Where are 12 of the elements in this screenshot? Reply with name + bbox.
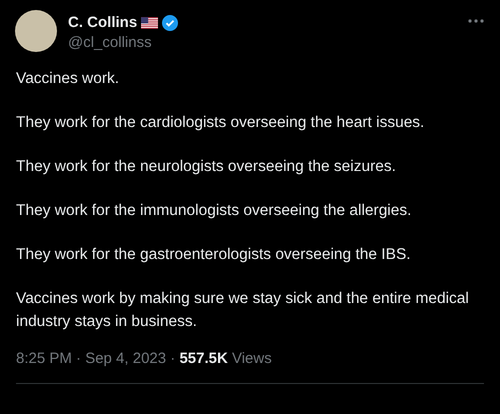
flag-icon <box>141 16 158 28</box>
tweet-text: They work for the neurologists overseeing the seizures. <box>16 157 397 177</box>
avatar-photo-placeholder[interactable] <box>15 10 57 52</box>
tweet-text: They work for the immunologists overseeing the allergies. <box>16 201 412 221</box>
tweet-text: Vaccines work by making sure we stay sick and the entire medical industry stays in business. <box>16 289 470 332</box>
tweet-text: Vaccines work. <box>16 69 120 89</box>
tweet-text: They work for the cardiologists overseeing the heart issues. <box>16 113 426 133</box>
author-handle[interactable]: @cl_collinss <box>68 34 457 51</box>
tweet-text: They work for the gastroenterologists overseeing the IBS. <box>16 245 412 265</box>
more-icon[interactable] <box>468 19 484 23</box>
tweet-timestamp-views[interactable]: 8:25 PM · Sep 4, 2023 · 557.5K Views <box>16 350 272 367</box>
author-name[interactable]: C. Collins <box>68 14 138 31</box>
